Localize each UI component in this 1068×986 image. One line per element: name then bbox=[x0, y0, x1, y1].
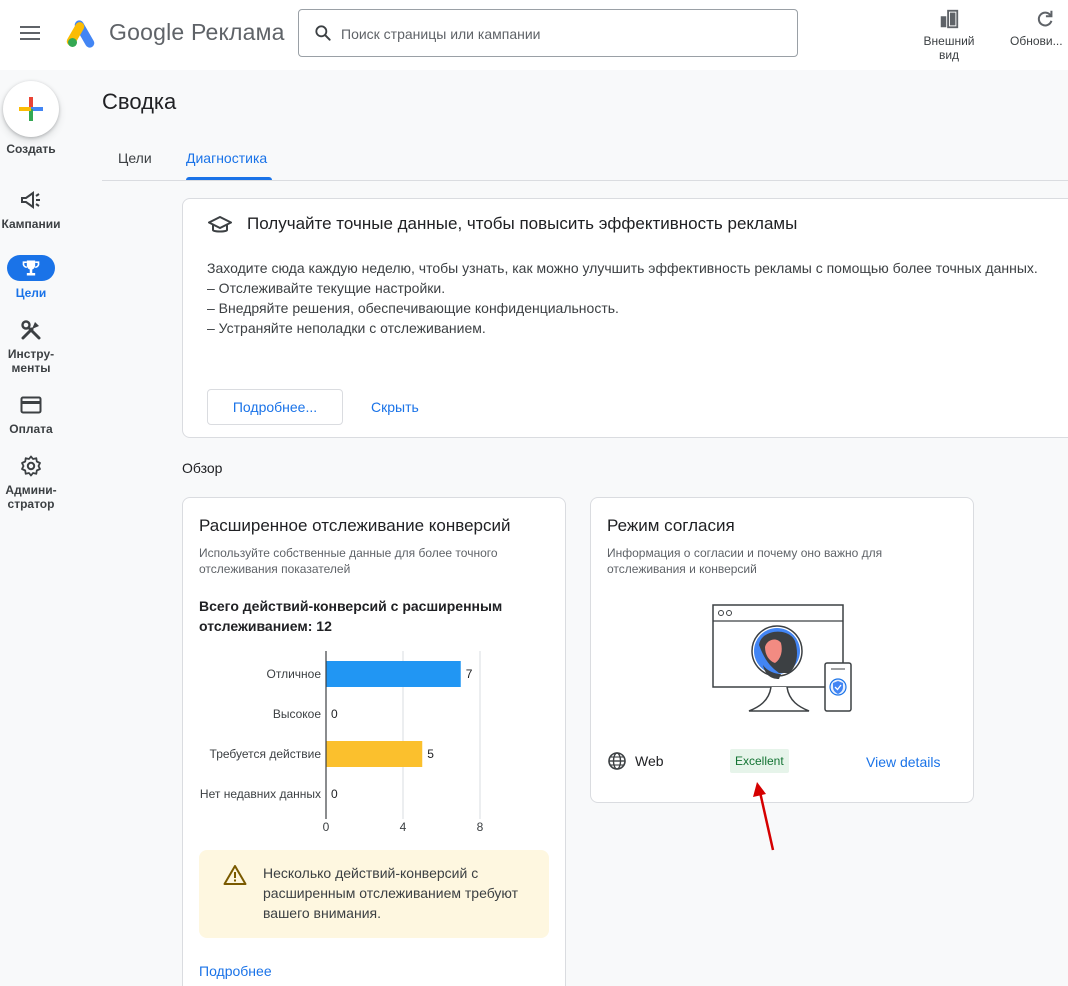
platform-label: Web bbox=[635, 753, 664, 769]
left-nav: Создать Кампании Цели Инстру- менты Опла… bbox=[0, 70, 62, 986]
info-bullet: – Внедряйте решения, обеспечивающие конф… bbox=[207, 300, 619, 316]
globe-icon bbox=[608, 752, 626, 770]
chart-category-label: Отличное bbox=[267, 667, 322, 681]
chart-tick-label: 8 bbox=[477, 820, 484, 834]
refresh-label: Обнови... bbox=[1010, 34, 1063, 48]
status-badge: Excellent bbox=[730, 749, 789, 773]
warning-text: Несколько действий-конверсий с расширенн… bbox=[263, 865, 519, 921]
megaphone-icon bbox=[21, 191, 40, 209]
ec-subtitle-line: Используйте собственные данные для более… bbox=[199, 546, 498, 560]
warning-box: Несколько действий-конверсий с расширенн… bbox=[199, 850, 549, 938]
chart-value-label: 7 bbox=[466, 667, 473, 681]
info-bullet: – Устраняйте неполадки с отслеживанием. bbox=[207, 320, 486, 336]
consent-subtitle: Информация о согласии и почему оно важно… bbox=[607, 545, 882, 577]
annotation-arrow bbox=[753, 782, 775, 851]
consent-mode-card: Режим согласия Информация о согласии и п… bbox=[590, 497, 974, 803]
top-bar: Google Реклама Внешний вид Обнови... bbox=[0, 0, 1068, 70]
view-details-link[interactable]: View details bbox=[866, 754, 940, 770]
appearance-label-1: Внешний bbox=[923, 34, 975, 48]
page-title: Сводка bbox=[102, 89, 177, 114]
info-body: Заходите сюда каждую неделю, чтобы узнат… bbox=[207, 258, 1047, 338]
appearance-icon bbox=[940, 9, 959, 29]
consent-title: Режим согласия bbox=[607, 516, 735, 535]
overview-heading: Обзор bbox=[182, 460, 223, 476]
search-input[interactable] bbox=[341, 22, 781, 46]
enhanced-conversions-card: Расширенное отслеживание конверсий Испол… bbox=[182, 497, 566, 986]
plus-icon bbox=[19, 97, 43, 121]
search-icon bbox=[315, 25, 331, 41]
appearance-label-2: вид bbox=[938, 48, 960, 62]
ec-more-link[interactable]: Подробнее bbox=[199, 963, 272, 979]
gear-icon bbox=[21, 455, 41, 477]
nav-billing[interactable]: Оплата bbox=[0, 393, 62, 436]
search-box[interactable] bbox=[298, 9, 798, 57]
chart-value-label: 5 bbox=[427, 747, 434, 761]
nav-admin[interactable]: Админи- стратор bbox=[0, 454, 62, 511]
nav-admin-label-1: Админи- bbox=[5, 483, 57, 497]
ec-total: Всего действий-конверсий с расширенным о… bbox=[199, 598, 503, 634]
google-ads-logo bbox=[66, 20, 95, 48]
tab-diagnostics[interactable]: Диагностика bbox=[186, 150, 267, 166]
nav-campaigns-label: Кампании bbox=[1, 217, 61, 231]
info-bullet: – Отслеживайте текущие настройки. bbox=[207, 280, 446, 296]
nav-tools-label-1: Инстру- bbox=[7, 347, 55, 361]
appearance-button[interactable]: Внешний вид bbox=[915, 8, 983, 62]
tab-divider bbox=[102, 180, 1068, 181]
nav-admin-label-2: стратор bbox=[7, 497, 55, 511]
hide-button[interactable]: Скрыть bbox=[371, 399, 419, 415]
nav-campaigns[interactable]: Кампании bbox=[0, 188, 62, 231]
create-button[interactable] bbox=[3, 81, 59, 137]
refresh-button[interactable]: Обнови... bbox=[1004, 8, 1068, 48]
chart-bar bbox=[326, 661, 461, 687]
tools-icon bbox=[21, 320, 41, 340]
chart-tick-label: 0 bbox=[323, 820, 330, 834]
nav-goals[interactable]: Цели bbox=[0, 255, 62, 300]
chart-category-label: Требуется действие bbox=[210, 747, 322, 761]
ec-title: Расширенное отслеживание конверсий bbox=[199, 516, 511, 535]
ec-bar-chart: Отличное 7 Высокое 0 Требуется действие 5 Нет … bbox=[200, 651, 484, 834]
chart-bar bbox=[326, 741, 423, 767]
trophy-icon bbox=[22, 260, 40, 276]
warning-icon bbox=[223, 865, 247, 885]
info-title: Получайте точные данные, чтобы повысить … bbox=[247, 214, 798, 233]
info-body-text: Заходите сюда каждую неделю, чтобы узнат… bbox=[207, 260, 1038, 276]
consent-subtitle-line: Информация о согласии и почему оно важно… bbox=[607, 546, 883, 560]
consent-illustration bbox=[712, 604, 852, 712]
tab-goals[interactable]: Цели bbox=[118, 150, 152, 166]
nav-goals-label: Цели bbox=[15, 286, 47, 300]
chart-value-label: 0 bbox=[331, 787, 338, 801]
info-card: Получайте точные данные, чтобы повысить … bbox=[182, 198, 1068, 438]
chart-category-label: Высокое bbox=[273, 707, 321, 721]
chart-category-label: Нет недавних данных bbox=[200, 787, 321, 801]
graduation-cap-icon bbox=[208, 216, 232, 233]
create-label: Создать bbox=[6, 142, 56, 156]
nav-billing-label: Оплата bbox=[9, 422, 53, 436]
refresh-icon bbox=[1037, 10, 1053, 27]
ec-subtitle-line: отслеживания показателей bbox=[199, 562, 351, 576]
chart-tick-label: 4 bbox=[400, 820, 407, 834]
chart-value-label: 0 bbox=[331, 707, 338, 721]
credit-card-icon bbox=[20, 396, 42, 414]
nav-tools[interactable]: Инстру- менты bbox=[0, 318, 62, 375]
learn-more-button[interactable]: Подробнее... bbox=[207, 389, 343, 425]
brand-name: Google Реклама bbox=[109, 19, 285, 45]
consent-subtitle-line: отслеживания и конверсий bbox=[607, 562, 757, 576]
nav-tools-label-2: менты bbox=[11, 361, 51, 375]
menu-icon[interactable] bbox=[18, 22, 42, 44]
ec-subtitle: Используйте собственные данные для более… bbox=[199, 545, 498, 577]
